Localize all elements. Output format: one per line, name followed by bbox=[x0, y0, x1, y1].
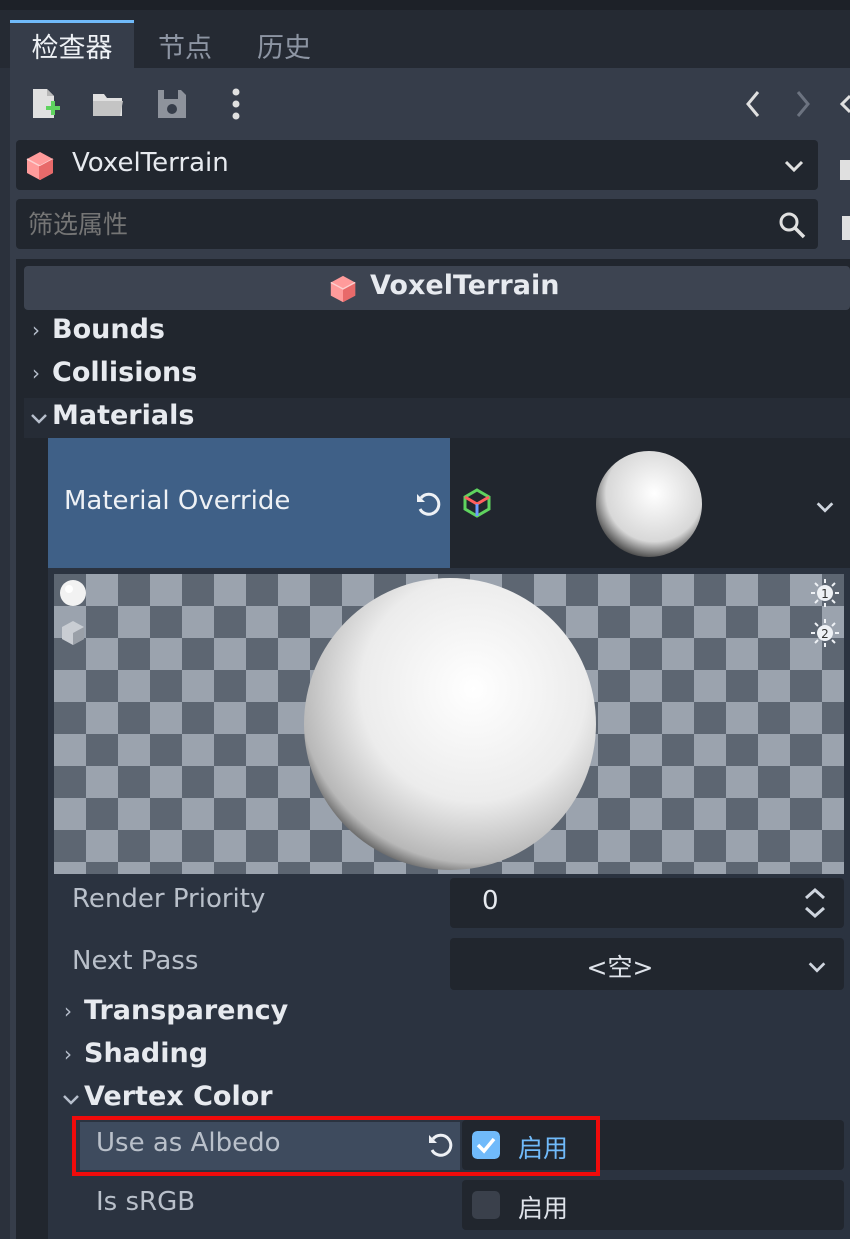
material-override-label: Material Override bbox=[64, 486, 291, 516]
sphere-preview-icon[interactable] bbox=[58, 578, 88, 608]
chevron-down-icon[interactable] bbox=[806, 956, 828, 978]
chevron-right-icon[interactable]: › bbox=[64, 1042, 72, 1066]
revert-icon[interactable] bbox=[414, 490, 442, 518]
tab-inspector[interactable]: 检查器 bbox=[10, 20, 134, 78]
checkbox-unchecked-icon[interactable] bbox=[472, 1191, 500, 1219]
cube-icon bbox=[26, 152, 54, 180]
preview-sphere bbox=[304, 578, 596, 870]
material-resource-picker[interactable] bbox=[450, 438, 850, 568]
tab-node[interactable]: 节点 bbox=[158, 20, 212, 78]
next-pass-label: Next Pass bbox=[72, 946, 199, 976]
section-collisions[interactable]: Collisions bbox=[52, 357, 197, 388]
is-srgb-text[interactable]: 启用 bbox=[518, 1189, 568, 1225]
node-script-icon[interactable] bbox=[834, 150, 850, 184]
forward-arrow-icon[interactable] bbox=[784, 86, 820, 122]
box-preview-icon[interactable] bbox=[58, 618, 88, 648]
section-bounds[interactable]: Bounds bbox=[52, 314, 165, 345]
new-resource-icon[interactable] bbox=[28, 86, 64, 122]
object-selector[interactable]: VoxelTerrain bbox=[16, 140, 818, 190]
section-materials[interactable]: Materials bbox=[52, 400, 194, 431]
filter-input[interactable] bbox=[26, 205, 730, 243]
material-override-row[interactable]: Material Override bbox=[48, 438, 450, 568]
material-thumbnail-sphere bbox=[596, 451, 702, 557]
header-title: VoxelTerrain bbox=[370, 270, 560, 301]
section-vertex-color[interactable]: Vertex Color bbox=[84, 1081, 273, 1112]
material-icon bbox=[463, 488, 491, 518]
section-transparency[interactable]: Transparency bbox=[84, 995, 288, 1026]
light-1-icon[interactable]: 1 bbox=[810, 578, 840, 608]
chevron-right-icon[interactable]: › bbox=[32, 361, 40, 385]
tab-history[interactable]: 历史 bbox=[257, 20, 311, 78]
is-srgb-field[interactable]: 启用 bbox=[462, 1180, 844, 1230]
inspector-header: VoxelTerrain bbox=[24, 266, 850, 310]
is-srgb-label: Is sRGB bbox=[96, 1187, 196, 1217]
object-name: VoxelTerrain bbox=[72, 148, 229, 178]
svg-text:1: 1 bbox=[821, 587, 829, 601]
next-pass-value: <空> bbox=[586, 953, 654, 982]
chevron-right-icon[interactable]: › bbox=[64, 999, 72, 1023]
chevron-down-icon[interactable] bbox=[62, 1091, 80, 1109]
filter-properties[interactable] bbox=[16, 199, 818, 249]
open-folder-icon[interactable] bbox=[90, 86, 126, 122]
render-priority-label: Render Priority bbox=[72, 884, 266, 914]
section-shading[interactable]: Shading bbox=[84, 1038, 208, 1069]
chevron-down-icon[interactable] bbox=[782, 154, 806, 178]
search-icon[interactable] bbox=[778, 211, 806, 239]
history-icon[interactable] bbox=[832, 86, 850, 122]
chevron-right-icon[interactable]: › bbox=[32, 318, 40, 342]
render-priority-spinbox[interactable]: 0 bbox=[450, 878, 844, 928]
render-priority-value[interactable]: 0 bbox=[482, 886, 499, 916]
save-icon[interactable] bbox=[154, 86, 190, 122]
back-arrow-icon[interactable] bbox=[736, 86, 772, 122]
material-preview: 1 2 bbox=[54, 574, 844, 874]
chevron-down-icon[interactable] bbox=[30, 410, 48, 428]
chevron-down-icon[interactable] bbox=[814, 496, 836, 518]
highlight-box bbox=[72, 1116, 600, 1176]
stepper-icon[interactable] bbox=[802, 886, 828, 920]
left-panel-edge bbox=[0, 68, 10, 1239]
light-2-icon[interactable]: 2 bbox=[810, 618, 840, 648]
svg-text:2: 2 bbox=[821, 627, 829, 641]
cube-icon bbox=[330, 275, 356, 303]
more-menu-icon[interactable] bbox=[218, 86, 254, 122]
property-tools-icon[interactable] bbox=[834, 210, 850, 244]
next-pass-picker[interactable]: <空> bbox=[450, 938, 844, 990]
tab-bar: 检查器 节点 历史 bbox=[0, 0, 850, 78]
